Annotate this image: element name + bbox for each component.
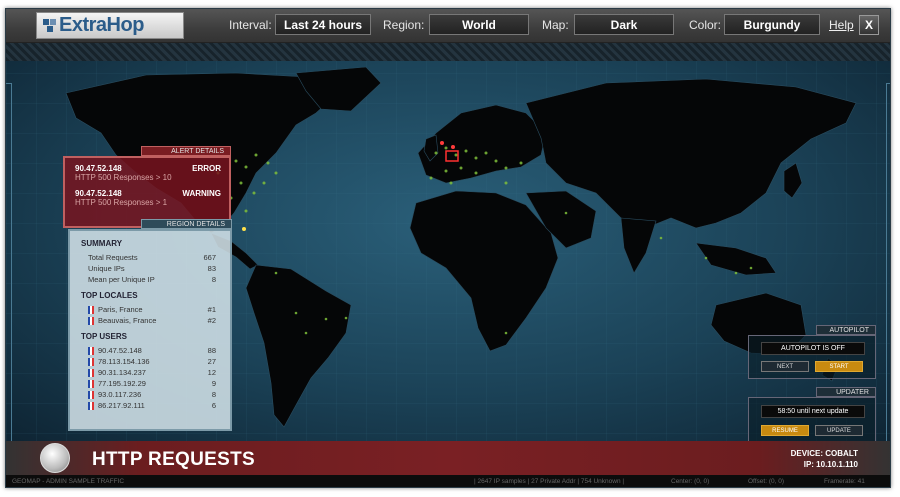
summary-heading: SUMMARY [81,239,123,248]
status-offset: Offset: (0, 0) [748,478,785,485]
next-button[interactable]: NEXT [761,361,809,372]
extrahop-logo-icon [43,19,59,33]
summary-row: Total Requests 667 [88,253,216,262]
france-flag-icon [88,305,94,314]
metric-title: HTTP REQUESTS [92,449,255,470]
locale-row[interactable]: Beauvais, France #2 [88,316,216,325]
autopilot-status: AUTOPILOT IS OFF [761,342,865,355]
updater-header: UPDATER [816,387,876,397]
region-label: Region: [383,18,425,32]
autopilot-panel: AUTOPILOT IS OFF NEXT START [748,335,876,379]
interval-label: Interval: [229,18,272,32]
color-select[interactable]: Burgundy [724,14,820,35]
extrahop-logo: ExtraHop [36,12,184,39]
alert-description: HTTP 500 Responses > 1 [75,198,168,207]
world-map[interactable]: ALERT DETAILS 90.47.52.148 ERROR HTTP 50… [6,43,890,443]
region-details-header: REGION DETAILS [141,219,232,229]
updater-status: 58:50 until next update [761,405,865,418]
status-framerate: Framerate: 41 [824,478,865,485]
user-row[interactable]: 90.31.134.237 12 [88,368,216,377]
start-button[interactable]: START [815,361,863,372]
help-link[interactable]: Help [829,18,854,32]
region-select[interactable]: World [429,14,529,35]
map-select[interactable]: Dark [574,14,674,35]
user-row[interactable]: 90.47.52.148 88 [88,346,216,355]
updater-panel: 58:50 until next update RESUME UPDATE [748,397,876,443]
user-row[interactable]: 93.0.117.236 8 [88,390,216,399]
top-locales-heading: TOP LOCALES [81,291,138,300]
alert-item[interactable]: 90.47.52.148 WARNING HTTP 500 Responses … [75,189,221,207]
autopilot-header: AUTOPILOT [816,325,876,335]
region-details-panel: SUMMARY Total Requests 667 Unique IPs 83 M… [68,229,232,431]
user-row[interactable]: 78.113.154.136 27 [88,357,216,366]
close-button[interactable]: X [859,15,879,35]
summary-row: Mean per Unique IP 8 [88,275,216,284]
summary-row: Unique IPs 83 [88,264,216,273]
alert-severity: ERROR [192,164,221,173]
alert-item[interactable]: 90.47.52.148 ERROR HTTP 500 Responses > … [75,164,221,182]
france-flag-icon [88,346,94,355]
interval-select[interactable]: Last 24 hours [275,14,371,35]
user-row[interactable]: 86.217.92.111 6 [88,401,216,410]
locale-row[interactable]: Paris, France #1 [88,305,216,314]
device-info: DEVICE: COBALT IP: 10.10.1.110 [791,448,858,470]
france-flag-icon [88,390,94,399]
france-flag-icon [88,316,94,325]
update-button[interactable]: UPDATE [815,425,863,436]
alert-severity: WARNING [182,189,221,198]
app-window: ExtraHop Interval: Last 24 hours Region:… [5,8,891,488]
status-samples: | 2647 IP samples | 27 Private Addr | 75… [474,478,625,485]
top-users-heading: TOP USERS [81,332,127,341]
device-name: DEVICE: COBALT [790,449,858,458]
user-row[interactable]: 77.195.192.29 9 [88,379,216,388]
device-ip: IP: 10.10.1.110 [803,460,858,469]
alert-details-panel: 90.47.52.148 ERROR HTTP 500 Responses > … [63,156,231,228]
color-label: Color: [689,18,722,32]
status-bar: GEOMAP - ADMIN SAMPLE TRAFFIC | 2647 IP … [6,475,890,487]
france-flag-icon [88,368,94,377]
france-flag-icon [88,379,94,388]
alert-description: HTTP 500 Responses > 10 [75,173,172,182]
status-center: Center: (0, 0) [671,478,710,485]
france-flag-icon [88,357,94,366]
resume-button[interactable]: RESUME [761,425,809,436]
status-left: GEOMAP - ADMIN SAMPLE TRAFFIC [12,478,125,485]
map-label: Map: [542,18,569,32]
alert-details-header: ALERT DETAILS [141,146,231,156]
top-toolbar: ExtraHop Interval: Last 24 hours Region:… [6,9,890,43]
bottom-title-bar: HTTP REQUESTS DEVICE: COBALT IP: 10.10.1… [6,441,890,475]
globe-icon [40,443,70,473]
logo-text: ExtraHop [59,14,144,36]
france-flag-icon [88,401,94,410]
